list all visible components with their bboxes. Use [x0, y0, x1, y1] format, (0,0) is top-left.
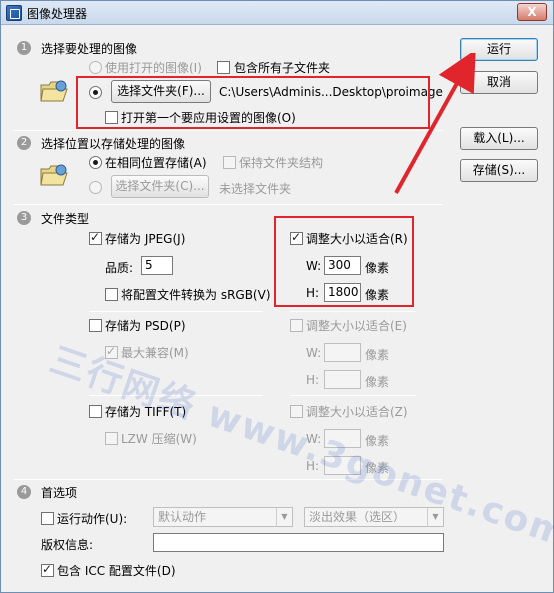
title-bar[interactable]: 图像处理器 X: [1, 1, 553, 25]
choose-destination-radio[interactable]: [89, 181, 102, 194]
tiff-width-input[interactable]: [324, 429, 361, 448]
tiff-width-label: W:: [306, 432, 322, 446]
max-compat-checkbox[interactable]: [105, 344, 118, 359]
keep-folder-structure-label: 保持文件夹结构: [239, 156, 324, 170]
include-icc-checkbox[interactable]: [41, 562, 54, 577]
action-select[interactable]: 淡出效果（选区） ▼: [304, 507, 444, 527]
tiff-height-unit: 像素: [365, 461, 390, 475]
chevron-down-icon: ▼: [276, 508, 292, 526]
jpeg-psd-divider: [89, 311, 263, 312]
section3-number-badge: 3: [17, 211, 31, 225]
chevron-down-icon: ▼: [427, 508, 443, 526]
section4-number-badge: 4: [17, 485, 31, 499]
action-value: 淡出效果（选区）: [309, 510, 406, 524]
run-action-label: 运行动作(U):: [57, 512, 128, 526]
include-subfolders-checkbox[interactable]: [217, 61, 230, 74]
psd-tiff-divider: [89, 395, 263, 396]
save-same-location-radio[interactable]: [89, 156, 102, 169]
action-set-value: 默认动作: [158, 510, 207, 524]
psd-tiff-divider: [290, 395, 416, 396]
highlight-resize-box: [274, 216, 414, 307]
psd-height-label: H:: [306, 373, 320, 387]
copyright-label: 版权信息:: [41, 538, 94, 552]
folder-icon: [40, 80, 68, 102]
keep-folder-structure-checkbox[interactable]: [223, 156, 236, 169]
use-open-images-radio[interactable]: [89, 61, 102, 74]
section4-title: 首选项: [41, 486, 78, 500]
include-subfolders-label: 包含所有子文件夹: [234, 61, 331, 75]
window-title: 图像处理器: [27, 7, 88, 21]
save-as-psd-label: 存储为 PSD(P): [105, 319, 186, 333]
action-set-select[interactable]: 默认动作 ▼: [153, 507, 293, 527]
red-arrow-annotation: [394, 53, 476, 194]
lzw-checkbox[interactable]: [105, 432, 118, 445]
save-as-jpeg-label: 存储为 JPEG(J): [105, 232, 186, 246]
max-compat-label: 最大兼容(M): [121, 346, 189, 360]
tiff-width-unit: 像素: [365, 434, 390, 448]
save-as-jpeg-checkbox[interactable]: [89, 230, 102, 245]
psd-resize-label: 调整大小以适合(E): [306, 319, 407, 333]
section-divider: [13, 130, 443, 131]
psd-resize-checkbox[interactable]: [290, 319, 303, 332]
section-divider: [13, 479, 443, 480]
section3-title: 文件类型: [41, 212, 90, 226]
close-button[interactable]: X: [517, 3, 547, 21]
psd-width-label: W:: [306, 346, 322, 360]
save-same-location-label: 在相同位置存储(A): [105, 156, 207, 170]
psd-height-input[interactable]: [324, 370, 361, 389]
section-divider: [13, 204, 443, 205]
jpeg-quality-input[interactable]: 5: [141, 256, 173, 275]
choose-destination-folder-button[interactable]: 选择文件夹(C)...: [111, 175, 209, 198]
section1-title: 选择要处理的图像: [41, 42, 138, 56]
tiff-height-label: H:: [306, 459, 320, 473]
tiff-resize-label: 调整大小以适合(Z): [306, 405, 408, 419]
use-open-images-label: 使用打开的图像(I): [105, 61, 202, 75]
tiff-resize-checkbox[interactable]: [290, 405, 303, 418]
folder-icon: [40, 164, 68, 186]
section1-number-badge: 1: [17, 41, 31, 55]
psd-width-unit: 像素: [365, 348, 390, 362]
psd-height-unit: 像素: [365, 375, 390, 389]
no-folder-selected-label: 未选择文件夹: [219, 182, 292, 196]
section2-number-badge: 2: [17, 136, 31, 150]
quality-label: 品质:: [105, 261, 134, 275]
tiff-height-input[interactable]: [324, 456, 361, 475]
copyright-input[interactable]: [153, 533, 444, 552]
save-as-tiff-checkbox[interactable]: [89, 405, 102, 418]
highlight-source-box: [76, 76, 430, 129]
lzw-label: LZW 压缩(W): [121, 432, 197, 446]
convert-srgb-checkbox[interactable]: [105, 288, 118, 301]
run-action-checkbox[interactable]: [41, 512, 54, 525]
psd-width-input[interactable]: [324, 343, 361, 362]
photoshop-app-icon: [6, 5, 22, 21]
include-icc-label: 包含 ICC 配置文件(D): [57, 564, 176, 578]
jpeg-psd-divider: [290, 311, 416, 312]
save-as-psd-checkbox[interactable]: [89, 319, 102, 332]
save-as-tiff-label: 存储为 TIFF(T): [105, 405, 187, 419]
image-processor-dialog: 图像处理器 X 1 选择要处理的图像 使用打开的图像(I) 包含所有子文件夹 选…: [0, 0, 554, 593]
section2-title: 选择位置以存储处理的图像: [41, 137, 186, 151]
convert-srgb-label: 将配置文件转换为 sRGB(V): [121, 288, 271, 302]
